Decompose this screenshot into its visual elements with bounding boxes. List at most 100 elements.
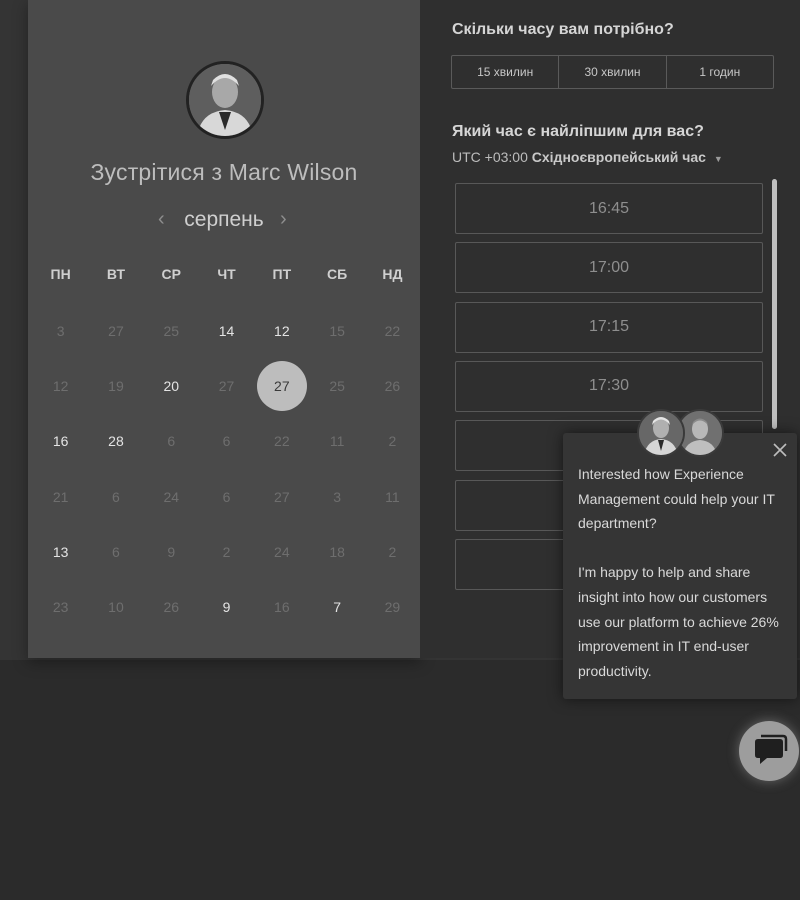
calendar-day[interactable]: 14 — [199, 303, 254, 358]
calendar-day-number: 20 — [163, 377, 180, 394]
calendar-day-number: 9 — [222, 599, 231, 616]
time-slot-scrollbar[interactable] — [772, 179, 777, 429]
host-avatar — [186, 61, 264, 139]
calendar-day: 6 — [199, 414, 254, 469]
duration-option-60[interactable]: 1 годин — [665, 56, 773, 88]
calendar-day-number: 13 — [52, 543, 69, 560]
calendar-day: 25 — [309, 358, 364, 413]
calendar-day-number: 18 — [329, 543, 345, 560]
calendar-day: 3 — [309, 469, 364, 524]
time-slot-button[interactable]: 17:15 — [455, 301, 763, 353]
calendar-day-number: 27 — [218, 377, 235, 394]
calendar-day-number: 25 — [163, 322, 180, 339]
duration-option-15[interactable]: 15 хвилин — [452, 56, 558, 88]
calendar-day-number: 6 — [222, 433, 231, 450]
calendar-day-number: 14 — [218, 322, 235, 339]
calendar-day: 26 — [144, 579, 199, 634]
calendar-day: 22 — [365, 303, 420, 358]
calendar-day-number: 2 — [388, 433, 397, 450]
calendar-day-number: 12 — [274, 322, 290, 339]
timezone-offset: UTC +03:00 — [452, 149, 528, 165]
chat-popup: Interested how Experience Management cou… — [563, 433, 797, 699]
calendar-day-number: 21 — [52, 488, 69, 505]
calendar-day: 6 — [144, 414, 199, 469]
calendar-day-number: 29 — [384, 599, 401, 616]
calendar-day: 11 — [365, 469, 420, 524]
calendar-day[interactable]: 28 — [88, 414, 143, 469]
calendar-day: 2 — [365, 524, 420, 579]
calendar-day-number: 6 — [222, 488, 231, 505]
weekday-label: СР — [161, 266, 181, 282]
calendar-day: 6 — [199, 469, 254, 524]
timezone-selector[interactable]: UTC +03:00 Східноєвропейський час ▼ — [452, 149, 723, 165]
person-portrait-icon — [189, 64, 261, 136]
calendar-day: 12 — [33, 358, 88, 413]
person-portrait-icon — [639, 411, 683, 455]
chat-bubble-icon — [755, 734, 788, 764]
calendar-day-number: 3 — [56, 322, 65, 339]
calendar-day: 27 — [199, 358, 254, 413]
calendar-day-number: 16 — [52, 433, 69, 450]
calendar-day: 2 — [199, 524, 254, 579]
calendar-day: 10 — [88, 579, 143, 634]
calendar-day: 29 — [365, 579, 420, 634]
calendar-day-number: 26 — [163, 599, 180, 616]
calendar-day: 9 — [144, 524, 199, 579]
chevron-right-icon[interactable]: › — [280, 208, 287, 231]
calendar-day: 18 — [309, 524, 364, 579]
calendar-day[interactable]: 7 — [309, 579, 364, 634]
calendar-day: 27 — [88, 303, 143, 358]
calendar-day-number: 11 — [385, 488, 400, 505]
calendar-day: 19 — [88, 358, 143, 413]
calendar-day: 3 — [33, 303, 88, 358]
time-slot-button[interactable]: 17:00 — [455, 242, 763, 294]
calendar-day: 25 — [144, 303, 199, 358]
calendar-day-selected[interactable]: 27 — [254, 358, 309, 413]
calendar-day: 2 — [365, 414, 420, 469]
calendar-day: 22 — [254, 414, 309, 469]
calendar-day-number: 6 — [112, 543, 120, 560]
caret-down-icon: ▼ — [713, 154, 723, 164]
calendar-day-number: 3 — [333, 488, 342, 505]
calendar-day-number: 12 — [52, 377, 69, 394]
weekday-label: НД — [382, 266, 403, 282]
calendar-day-number: 24 — [274, 543, 290, 560]
close-icon[interactable] — [771, 441, 789, 459]
weekday-header: ПН ВТ СР ЧТ ПТ СБ НД — [33, 266, 420, 282]
calendar-day-number: 9 — [167, 543, 176, 560]
host-meeting-title: Зустрітися з Marc Wilson — [90, 159, 358, 185]
timezone-name: Східноєвропейський час — [531, 149, 706, 165]
calendar-day: 11 — [309, 414, 364, 469]
calendar-day-number: 11 — [329, 433, 345, 450]
calendar-day-number: 6 — [112, 488, 120, 505]
calendar-day[interactable]: 12 — [254, 303, 309, 358]
time-question: Який час є найліпшим для вас? — [452, 123, 704, 140]
calendar-day-number: 16 — [274, 599, 290, 616]
calendar-day: 24 — [144, 469, 199, 524]
time-slot-button[interactable]: 17:30 — [455, 360, 763, 412]
calendar-day: 26 — [365, 358, 420, 413]
calendar-day[interactable]: 16 — [33, 414, 88, 469]
calendar-day: 24 — [254, 524, 309, 579]
calendar-day: 6 — [88, 469, 143, 524]
chat-paragraph: I'm happy to help and share insight into… — [578, 564, 779, 679]
calendar-day-number: 22 — [274, 433, 290, 450]
chat-paragraph: Interested how Experience Management cou… — [578, 466, 775, 532]
calendar-day[interactable]: 9 — [199, 579, 254, 634]
chat-launcher-button[interactable] — [739, 721, 799, 781]
chat-message: Interested how Experience Management cou… — [578, 462, 783, 683]
duration-selector: 15 хвилин 30 хвилин 1 годин — [451, 55, 774, 89]
weekday-label: ВТ — [106, 266, 126, 282]
calendar-day[interactable]: 20 — [144, 358, 199, 413]
calendar-day[interactable]: 13 — [33, 524, 88, 579]
calendar-day-number: 15 — [329, 322, 345, 339]
month-navigation: ‹ серпень › — [28, 206, 420, 236]
month-label: серпень — [184, 208, 264, 231]
duration-option-30[interactable]: 30 хвилин — [558, 56, 665, 88]
calendar-day-number: 27 — [274, 377, 290, 394]
time-slot-button[interactable]: 16:45 — [455, 183, 763, 234]
calendar-day: 21 — [33, 469, 88, 524]
duration-question: Скільки часу вам потрібно? — [452, 21, 674, 38]
calendar-day-number: 10 — [108, 599, 124, 616]
calendar-day-number: 2 — [388, 543, 397, 560]
